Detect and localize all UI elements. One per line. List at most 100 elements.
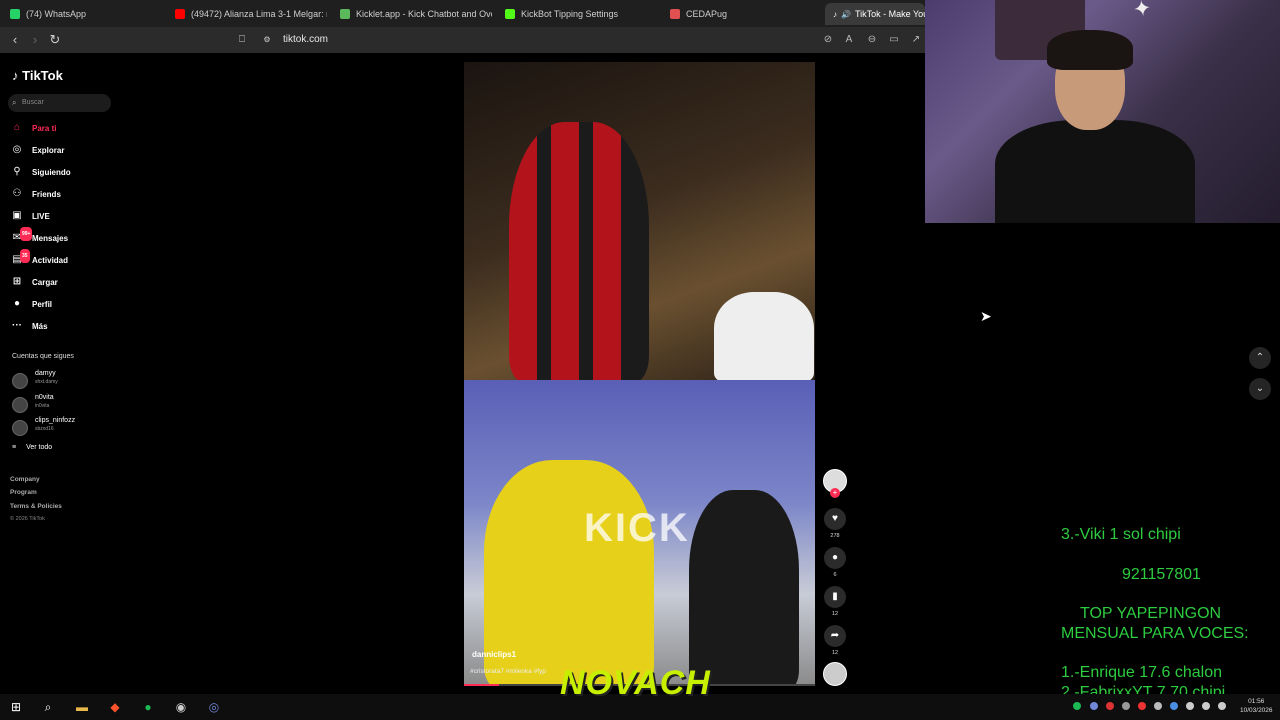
tray-steam-icon[interactable] <box>1154 702 1162 710</box>
following-section-title: Cuentas que sigues <box>12 353 74 360</box>
obs-icon[interactable]: ◉ <box>171 698 191 716</box>
tray-app-icon[interactable] <box>1138 702 1146 710</box>
nav-label: Siguiendo <box>32 167 71 177</box>
nav-perfil[interactable]: ● Perfil <box>10 296 52 312</box>
tiktok-logo[interactable]: ♪ TikTok <box>12 68 63 83</box>
tray-obs-icon[interactable] <box>1122 702 1130 710</box>
video-creator[interactable]: danniclips1 <box>472 650 516 659</box>
friends-icon: ⚇ <box>12 188 22 199</box>
tray-volume-icon[interactable] <box>1218 702 1226 710</box>
bookmark-icon[interactable]: ⎕ <box>234 32 250 48</box>
person-child <box>714 292 814 382</box>
nav-explorar[interactable]: ◎ Explorar <box>10 142 65 158</box>
avatar <box>12 397 28 413</box>
footer-company-link[interactable]: Company <box>10 476 40 483</box>
nav-cargar[interactable]: ⊞ Cargar <box>10 274 58 290</box>
search-input[interactable]: ⌕ Buscar <box>8 94 111 112</box>
footer-program-link[interactable]: Program <box>10 489 37 496</box>
tab-cedapug[interactable]: CEDAPug <box>662 3 822 25</box>
tray-network-icon[interactable] <box>1202 702 1210 710</box>
zoom-icon[interactable]: ⊖ <box>865 33 879 47</box>
nav-live[interactable]: ▣ LIVE <box>10 208 50 224</box>
tab-title: (74) WhatsApp <box>26 9 87 19</box>
footer-terms-link[interactable]: Terms & Policies <box>10 503 62 510</box>
nav-label: Cargar <box>32 277 58 287</box>
activity-badge: 35 <box>20 249 30 263</box>
no-tracking-icon[interactable]: ⊘ <box>821 33 835 47</box>
tab-kickbot[interactable]: KickBot Tipping Settings <box>497 3 657 25</box>
file-explorer-icon[interactable]: ▬ <box>72 698 92 716</box>
share-button[interactable]: ➦ 12 <box>824 625 846 656</box>
sound-avatar[interactable] <box>823 662 847 686</box>
tray-discord-icon[interactable] <box>1090 702 1098 710</box>
spotify-icon[interactable]: ● <box>138 698 158 716</box>
video-bottom-scene: KICK <box>464 380 815 686</box>
avatar <box>12 420 28 436</box>
novach-logo: NOVACH <box>560 664 711 702</box>
activity-icon: ▤ 35 <box>10 249 30 267</box>
nav-mensajes[interactable]: ✉ 99+ Mensajes <box>10 227 68 246</box>
nav-friends[interactable]: ⚇ Friends <box>10 186 61 202</box>
tab-whatsapp[interactable]: (74) WhatsApp <box>2 3 162 25</box>
overlay-phone: 921157801 <box>1122 566 1201 583</box>
forward-icon[interactable]: › <box>27 32 43 48</box>
tiktok-icon: ♪ <box>833 9 837 19</box>
follow-plus-icon[interactable]: + <box>830 488 840 498</box>
heart-icon: ♥ <box>824 508 846 530</box>
reload-icon[interactable]: ↻ <box>47 32 63 48</box>
following-icon: ⚲ <box>13 166 21 177</box>
tab-youtube[interactable]: (49472) Alianza Lima 3-1 Melgar: res <box>167 3 327 25</box>
cast-icon[interactable]: ▭ <box>887 33 901 47</box>
browser-tab-bar: (74) WhatsApp (49472) Alianza Lima 3-1 M… <box>0 0 925 27</box>
tab-tiktok[interactable]: ♪ 🔊 TikTok - Make Your <box>825 3 925 25</box>
tab-title: TikTok - Make Your <box>854 9 925 19</box>
wall-shirt: ✦ <box>1131 0 1154 23</box>
tray-cloud-icon[interactable] <box>1170 702 1178 710</box>
list-icon: ≡ <box>12 444 17 451</box>
nav-actividad[interactable]: ▤ 35 Actividad <box>10 249 69 268</box>
tray-spotify-icon[interactable] <box>1073 702 1081 710</box>
overlay-top-title-2: MENSUAL PARA VOCES: <box>1061 625 1249 642</box>
nav-siguiendo[interactable]: ⚲ Siguiendo <box>10 164 71 180</box>
account-name: clips_ninfozz <box>35 417 76 424</box>
share-icon[interactable]: ↗ <box>909 33 923 47</box>
search-icon[interactable]: ⌕ <box>38 698 58 716</box>
compass-icon: ◎ <box>12 144 22 155</box>
back-icon[interactable]: ‹ <box>7 32 23 48</box>
clock-date: 10/03/2026 <box>1240 707 1273 714</box>
tray-mic-icon[interactable] <box>1106 702 1114 710</box>
tab-kicklet[interactable]: Kicklet.app - Kick Chatbot and Overl <box>332 3 492 25</box>
save-button[interactable]: ▮ 12 <box>824 586 846 617</box>
nav-mas[interactable]: ··· Más <box>10 318 48 334</box>
video-tags[interactable]: #cristorata7 #milenka #fyp <box>470 668 546 675</box>
account-handle: sbzxd16 <box>35 426 54 432</box>
like-count: 278 <box>830 533 840 539</box>
translate-icon[interactable]: A <box>842 33 856 47</box>
windows-start-icon[interactable]: ⊞ <box>6 698 26 716</box>
tray-wifi-icon[interactable] <box>1186 702 1194 710</box>
see-all-link[interactable]: ≡ Ver todo <box>12 444 52 451</box>
kickbot-icon <box>505 9 515 19</box>
save-count: 12 <box>831 611 839 617</box>
chevron-down-icon[interactable]: ⌄ <box>1249 378 1271 400</box>
account-name: damyy <box>35 370 56 377</box>
messages-badge: 99+ <box>20 227 33 241</box>
youtube-icon <box>175 9 185 19</box>
site-settings-icon[interactable]: ⚙ <box>259 32 275 48</box>
overlay-line-1: 3.-Viki 1 sol chipi <box>1061 526 1181 543</box>
comment-icon: ● <box>824 547 846 569</box>
app-icon[interactable]: ◎ <box>204 698 224 716</box>
url-field[interactable]: tiktok.com <box>283 34 328 45</box>
tray-clock[interactable]: 01:56 10/03/2026 <box>1240 697 1273 715</box>
chevron-up-icon[interactable]: ⌃ <box>1249 347 1271 369</box>
cedapug-icon <box>670 9 680 19</box>
see-all-label: Ver todo <box>26 444 53 451</box>
video-player[interactable]: KICK danniclips1 #cristorata7 #milenka #… <box>464 62 815 686</box>
nav-label: Actividad <box>32 255 69 265</box>
account-handle: shxt.damy <box>35 379 58 385</box>
comment-button[interactable]: ● 6 <box>824 547 846 578</box>
brave-browser-icon[interactable]: ◆ <box>105 698 125 716</box>
nav-para-ti[interactable]: ⌂ Para ti <box>10 120 57 136</box>
like-button[interactable]: ♥ 278 <box>824 508 846 539</box>
video-top-scene <box>464 62 815 382</box>
